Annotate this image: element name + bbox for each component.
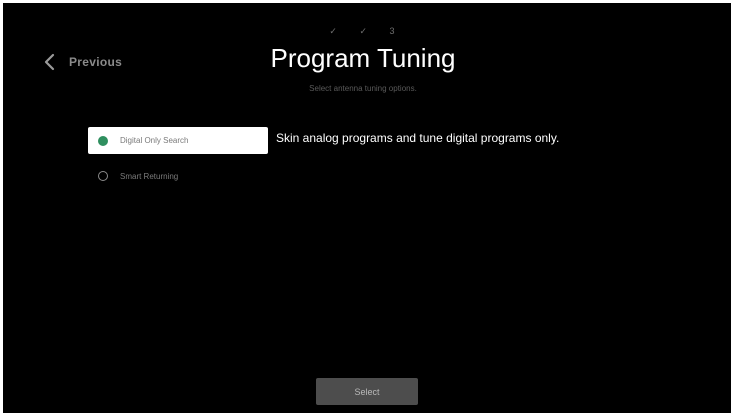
select-button[interactable]: Select (316, 378, 418, 405)
option-label: Smart Returning (120, 171, 179, 181)
step-1-check: ✓ (329, 26, 347, 36)
page-subtitle: Select antenna tuning options. (309, 84, 417, 93)
radio-selected-icon (98, 135, 108, 146)
option-smart-returning[interactable]: Smart Returning (88, 165, 268, 187)
wizard-step-indicator: ✓ ✓ 3 (3, 26, 731, 37)
step-2-check: ✓ (359, 26, 378, 36)
option-description: Skin analog programs and tune digital pr… (276, 131, 560, 145)
page-title: Program Tuning (270, 43, 456, 73)
step-3-number: 3 (389, 26, 405, 36)
radio-unselected-icon (98, 171, 108, 181)
option-label: Digital Only Search (120, 136, 189, 145)
option-digital-only-search[interactable]: Digital Only Search (88, 127, 268, 154)
tuning-screen: ✓ ✓ 3 Previous Program Tuning Select ant… (3, 3, 731, 413)
